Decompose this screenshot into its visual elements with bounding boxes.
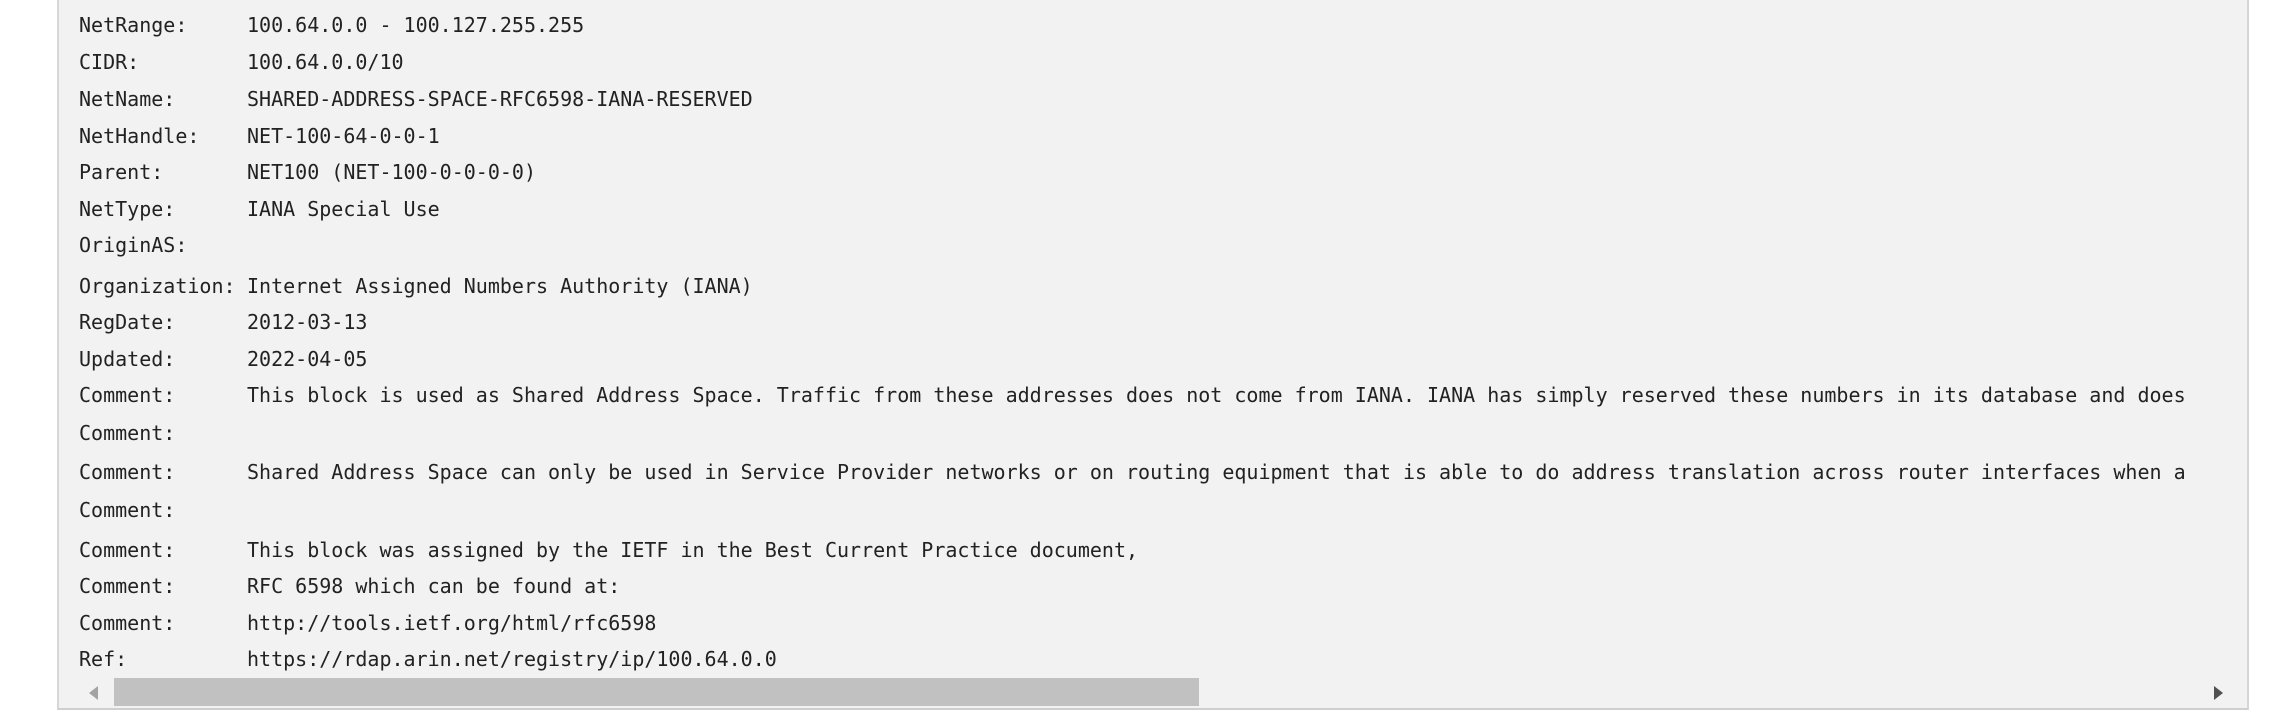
field-value: 100.64.0.0/10	[247, 50, 404, 74]
triangle-left-icon[interactable]	[89, 686, 98, 700]
triangle-right-icon[interactable]	[2214, 686, 2223, 700]
field-value: Shared Address Space can only be used in…	[247, 460, 2186, 484]
row-comment: Comment: This block was assigned by the …	[79, 535, 1138, 565]
field-value: http://tools.ietf.org/html/rfc6598	[247, 611, 657, 635]
row-nettype: NetType: IANA Special Use	[79, 194, 440, 224]
row-originas: OriginAS:	[79, 230, 247, 260]
row-comment: Comment: This block is used as Shared Ad…	[79, 380, 2186, 410]
field-label: RegDate:	[79, 310, 176, 334]
field-value: 2012-03-13	[247, 310, 368, 334]
row-ref: Ref: https://rdap.arin.net/registry/ip/1…	[79, 644, 777, 674]
field-label: NetHandle:	[79, 124, 200, 148]
field-label: Comment:	[79, 383, 176, 407]
row-regdate: RegDate: 2012-03-13	[79, 307, 367, 337]
row-comment: Comment:	[79, 418, 247, 448]
field-value: 2022-04-05	[247, 347, 368, 371]
field-label: Comment:	[79, 498, 176, 522]
field-value: This block was assigned by the IETF in t…	[247, 538, 1139, 562]
row-comment: Comment: http://tools.ietf.org/html/rfc6…	[79, 608, 656, 638]
row-cidr: CIDR: 100.64.0.0/10	[79, 47, 404, 77]
field-value: RFC 6598 which can be found at:	[247, 574, 621, 598]
row-comment: Comment: RFC 6598 which can be found at:	[79, 571, 620, 601]
row-organization: Organization: Internet Assigned Numbers …	[79, 271, 753, 301]
field-label: NetRange:	[79, 13, 188, 37]
field-label: Updated:	[79, 347, 176, 371]
field-label: NetType:	[79, 197, 176, 221]
field-value: NET100 (NET-100-0-0-0-0)	[247, 160, 536, 184]
field-label: NetName:	[79, 87, 176, 111]
scrollbar-thumb[interactable]	[114, 678, 1199, 706]
whois-text-content: NetRange: 100.64.0.0 - 100.127.255.255 C…	[79, 0, 2247, 675]
field-value: 100.64.0.0 - 100.127.255.255	[247, 13, 585, 37]
row-comment: Comment: Shared Address Space can only b…	[79, 457, 2186, 487]
row-nethandle: NetHandle: NET-100-64-0-0-1	[79, 121, 440, 151]
whois-result-panel: NetRange: 100.64.0.0 - 100.127.255.255 C…	[57, 0, 2249, 710]
field-label: Comment:	[79, 421, 176, 445]
field-value: Internet Assigned Numbers Authority (IAN…	[247, 274, 753, 298]
field-label: CIDR:	[79, 50, 140, 74]
field-value: NET-100-64-0-0-1	[247, 124, 440, 148]
field-label: Comment:	[79, 611, 176, 635]
field-value: IANA Special Use	[247, 197, 440, 221]
field-value: This block is used as Shared Address Spa…	[247, 383, 2186, 407]
row-parent: Parent: NET100 (NET-100-0-0-0-0)	[79, 157, 536, 187]
row-updated: Updated: 2022-04-05	[79, 344, 367, 374]
field-value: SHARED-ADDRESS-SPACE-RFC6598-IANA-RESERV…	[247, 87, 753, 111]
field-label: Comment:	[79, 574, 176, 598]
field-label: Comment:	[79, 460, 176, 484]
field-label: Comment:	[79, 538, 176, 562]
row-netname: NetName: SHARED-ADDRESS-SPACE-RFC6598-IA…	[79, 84, 753, 114]
field-label: OriginAS:	[79, 233, 188, 257]
field-label: Organization:	[79, 274, 236, 298]
field-label: Ref:	[79, 647, 128, 671]
row-netrange: NetRange: 100.64.0.0 - 100.127.255.255	[79, 10, 584, 40]
field-label: Parent:	[79, 160, 164, 184]
row-comment: Comment:	[79, 495, 247, 525]
horizontal-scrollbar[interactable]	[59, 676, 2247, 708]
field-value: https://rdap.arin.net/registry/ip/100.64…	[247, 647, 777, 671]
